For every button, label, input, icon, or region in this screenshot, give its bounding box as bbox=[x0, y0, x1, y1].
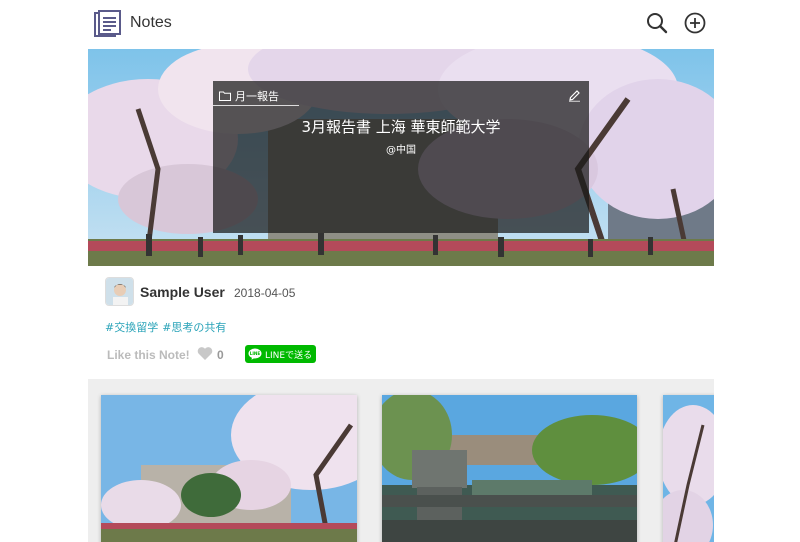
like-count: 0 bbox=[217, 348, 224, 362]
avatar[interactable] bbox=[105, 277, 134, 306]
note-location: @中国 bbox=[386, 145, 416, 156]
line-share-button[interactable]: LINE LINEで送る bbox=[245, 345, 316, 363]
heart-icon[interactable] bbox=[197, 346, 213, 361]
post-date: 2018-04-05 bbox=[234, 286, 296, 300]
user-avatar-image bbox=[106, 278, 133, 305]
search-icon[interactable] bbox=[645, 11, 669, 35]
edit-pencil-icon[interactable] bbox=[568, 89, 581, 102]
photo-cherry-blossom-campus bbox=[101, 395, 357, 542]
tag-list: #交換留学 #思考の共有 bbox=[105, 319, 230, 335]
gallery-photo[interactable] bbox=[382, 395, 637, 542]
svg-text:LINE: LINE bbox=[250, 351, 261, 356]
app-title: Notes bbox=[130, 14, 172, 31]
tag-link[interactable]: #思考の共有 bbox=[162, 321, 226, 334]
gallery-photo[interactable] bbox=[101, 395, 357, 542]
app-header: Notes bbox=[0, 0, 800, 48]
photo-gallery bbox=[88, 379, 714, 542]
author-name[interactable]: Sample User bbox=[140, 284, 225, 300]
folder-name: 月一報告 bbox=[235, 90, 279, 103]
line-logo-icon: LINE bbox=[248, 348, 262, 360]
line-share-label: LINEで送る bbox=[265, 350, 313, 361]
hero-title-overlay: 月一報告 3月報告書 上海 華東師範大学 @中国 bbox=[213, 81, 589, 233]
photo-canal-bridge bbox=[382, 395, 637, 542]
like-label: Like this Note! bbox=[107, 348, 190, 362]
folder-label[interactable]: 月一報告 bbox=[219, 87, 279, 105]
tag-link[interactable]: #交換留学 bbox=[105, 321, 158, 334]
notes-logo-icon[interactable] bbox=[94, 10, 122, 38]
note-title: 3月報告書 上海 華東師範大学 bbox=[301, 118, 501, 136]
folder-underline bbox=[213, 105, 299, 106]
gallery-photo[interactable] bbox=[663, 395, 714, 542]
hero-cover-image: 月一報告 3月報告書 上海 華東師範大学 @中国 bbox=[88, 49, 714, 266]
folder-icon bbox=[219, 91, 231, 101]
photo-blossom-branch bbox=[663, 395, 714, 542]
add-circle-icon[interactable] bbox=[683, 11, 707, 35]
